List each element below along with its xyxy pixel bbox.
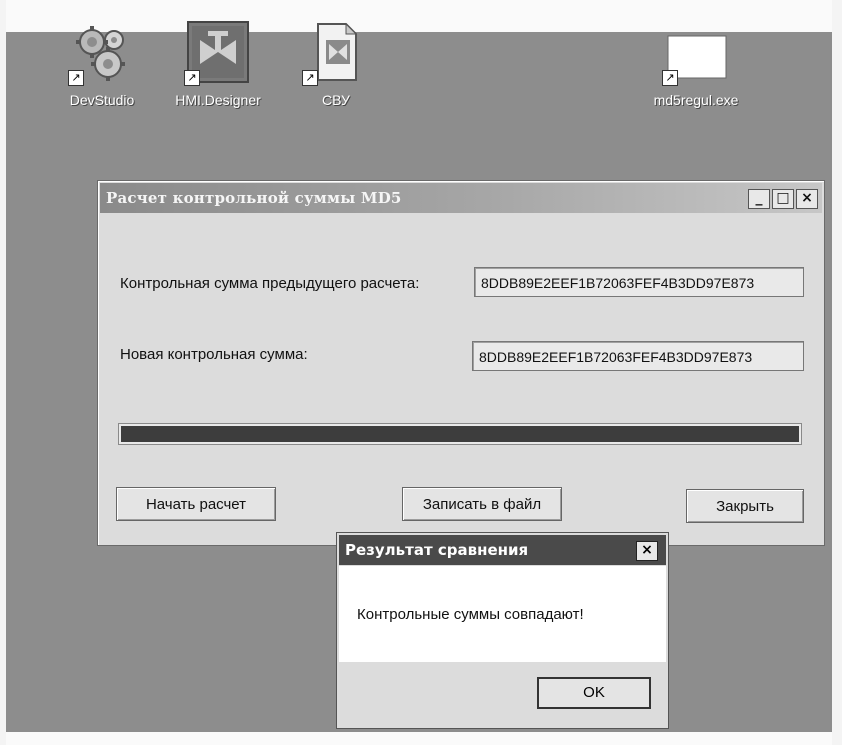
save-to-file-button[interactable]: Записать в файл xyxy=(402,487,562,521)
progress-bar xyxy=(118,423,802,445)
ok-button[interactable]: OK xyxy=(537,677,651,709)
screen-edge-left xyxy=(0,0,6,745)
desktop-icon-hmi-designer[interactable]: ↗ HMI.Designer xyxy=(158,20,278,108)
gears-icon: ↗ xyxy=(68,20,134,86)
screen-edge-right xyxy=(832,0,842,745)
minimize-button[interactable]: _ xyxy=(748,189,770,209)
shortcut-arrow-icon: ↗ xyxy=(184,70,200,86)
desktop-icon-label: md5regul.exe xyxy=(653,92,739,108)
shortcut-arrow-icon: ↗ xyxy=(302,70,318,86)
close-window-button[interactable]: × xyxy=(796,189,818,209)
window-titlebar[interactable]: Расчет контрольной суммы MD5 _ □ × xyxy=(100,183,822,213)
valve-icon: ↗ xyxy=(184,20,250,86)
md5-checksum-window: Расчет контрольной суммы MD5 _ □ × Контр… xyxy=(97,180,825,546)
document-icon: ↗ xyxy=(302,20,368,86)
dialog-titlebar[interactable]: Результат сравнения × xyxy=(339,535,666,565)
desktop-icon-label: СВУ xyxy=(322,92,350,108)
new-checksum-label: Новая контрольная сумма: xyxy=(120,346,308,363)
close-button[interactable]: Закрыть xyxy=(686,489,804,523)
dialog-title: Результат сравнения xyxy=(345,541,529,559)
desktop-icon-svu[interactable]: ↗ СВУ xyxy=(276,20,396,108)
previous-checksum-field[interactable]: 8DDB89E2EEF1B72063FEF4B3DD97E873 xyxy=(474,267,804,297)
dialog-close-button[interactable]: × xyxy=(636,541,658,561)
new-checksum-field[interactable]: 8DDB89E2EEF1B72063FEF4B3DD97E873 xyxy=(472,341,804,371)
window-title: Расчет контрольной суммы MD5 xyxy=(106,189,402,207)
desktop-icon-md5regul[interactable]: ↗ md5regul.exe xyxy=(636,20,756,108)
dialog-body: Контрольные суммы совпадают! xyxy=(339,566,666,662)
shortcut-arrow-icon: ↗ xyxy=(662,70,678,86)
previous-checksum-label: Контрольная сумма предыдущего расчета: xyxy=(120,275,420,292)
desktop-icon-label: HMI.Designer xyxy=(175,92,261,108)
desktop-icon-label: DevStudio xyxy=(69,92,135,108)
maximize-button[interactable]: □ xyxy=(772,189,794,209)
dialog-message: Контрольные суммы совпадают! xyxy=(357,606,584,623)
blank-window-icon: ↗ xyxy=(662,20,728,86)
shortcut-arrow-icon: ↗ xyxy=(68,70,84,86)
comparison-result-dialog: Результат сравнения × Контрольные суммы … xyxy=(336,532,669,729)
start-calculation-button[interactable]: Начать расчет xyxy=(116,487,276,521)
desktop-icon-devstudio[interactable]: ↗ DevStudio xyxy=(42,20,162,108)
progress-bar-fill xyxy=(121,426,799,442)
